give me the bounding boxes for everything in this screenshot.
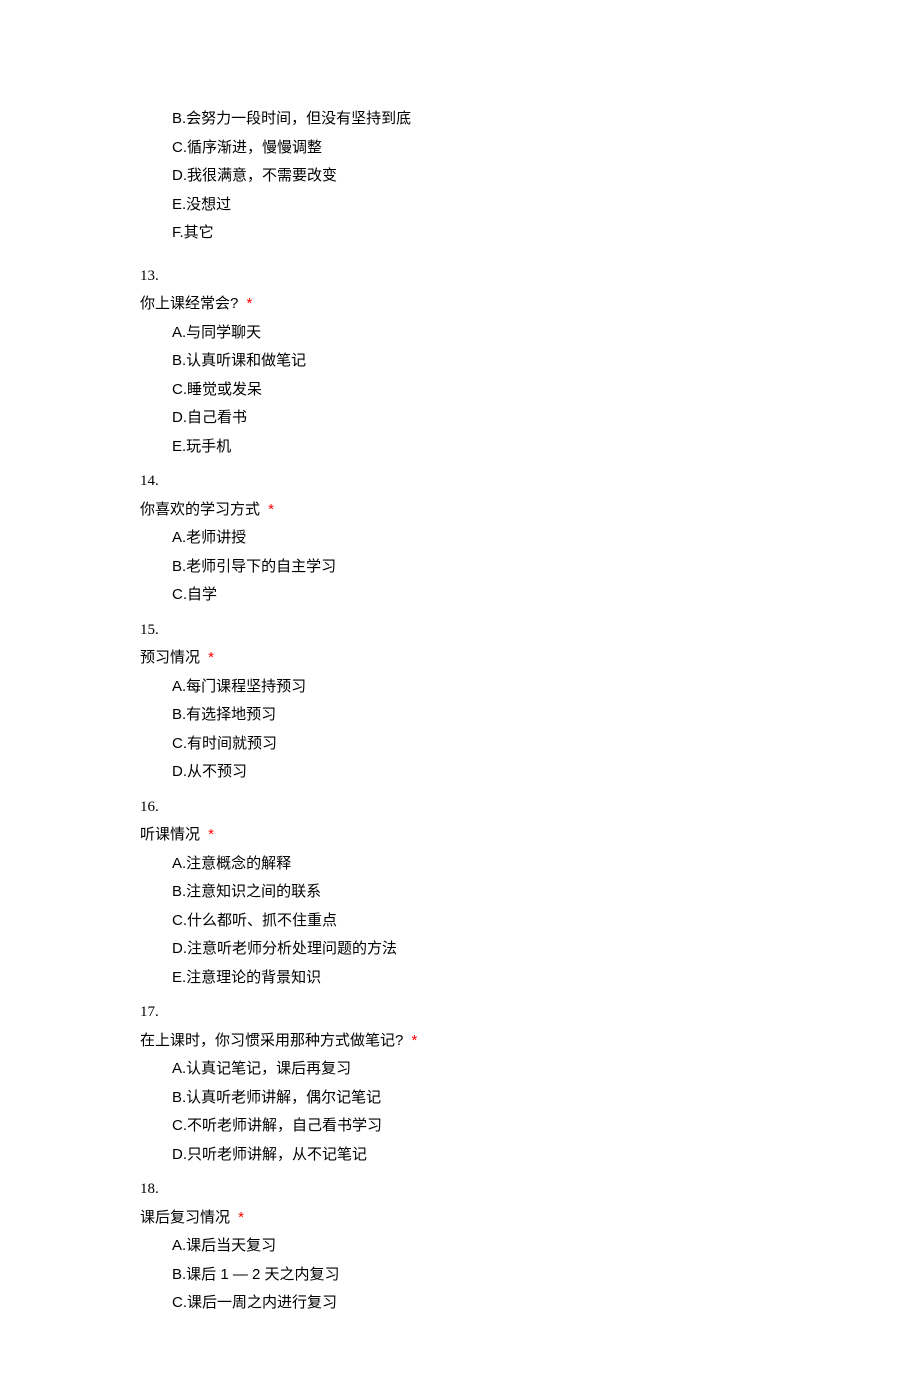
option-item: A.与同学聊天	[172, 319, 920, 348]
question-text: 你上课经常会?	[140, 295, 243, 312]
question-number: 17.	[140, 998, 920, 1027]
option-item: D.注意听老师分析处理问题的方法	[172, 935, 920, 964]
question-text: 听课情况	[140, 826, 204, 843]
option-item: C.不听老师讲解，自己看书学习	[172, 1112, 920, 1141]
required-mark: *	[208, 826, 214, 843]
option-item: B.老师引导下的自主学习	[172, 553, 920, 582]
options-block: A.每门课程坚持预习 B.有选择地预习 C.有时间就预习 D.从不预习	[140, 673, 920, 787]
options-block: A.认真记笔记，课后再复习 B.认真听老师讲解，偶尔记笔记 C.不听老师讲解，自…	[140, 1055, 920, 1169]
question-title: 在上课时，你习惯采用那种方式做笔记? *	[140, 1027, 920, 1056]
option-item: C.有时间就预习	[172, 730, 920, 759]
question-number: 14.	[140, 467, 920, 496]
question-number: 15.	[140, 616, 920, 645]
question-title: 预习情况 *	[140, 644, 920, 673]
question-text: 预习情况	[140, 649, 204, 666]
options-block: A.老师讲授 B.老师引导下的自主学习 C.自学	[140, 524, 920, 610]
option-item: A.每门课程坚持预习	[172, 673, 920, 702]
question-number: 13.	[140, 262, 920, 291]
question-title: 你喜欢的学习方式 *	[140, 496, 920, 525]
question-number: 18.	[140, 1175, 920, 1204]
option-item: B.注意知识之间的联系	[172, 878, 920, 907]
required-mark: *	[247, 295, 253, 312]
option-item: E.注意理论的背景知识	[172, 964, 920, 993]
option-item: C.自学	[172, 581, 920, 610]
option-item: C.循序渐进，慢慢调整	[172, 134, 920, 163]
required-mark: *	[412, 1032, 418, 1049]
question-text: 你喜欢的学习方式	[140, 501, 264, 518]
option-item: E.没想过	[172, 191, 920, 220]
document-page: B.会努力一段时间，但没有坚持到底 C.循序渐进，慢慢调整 D.我很满意，不需要…	[0, 0, 920, 1378]
option-item: F.其它	[172, 219, 920, 248]
option-item: B.有选择地预习	[172, 701, 920, 730]
options-block: A.课后当天复习 B.课后 1 — 2 天之内复习 C.课后一周之内进行复习	[140, 1232, 920, 1318]
option-item: A.老师讲授	[172, 524, 920, 553]
option-item: B.认真听老师讲解，偶尔记笔记	[172, 1084, 920, 1113]
option-item: D.我很满意，不需要改变	[172, 162, 920, 191]
option-item: D.从不预习	[172, 758, 920, 787]
question-title: 你上课经常会? *	[140, 290, 920, 319]
option-item: A.认真记笔记，课后再复习	[172, 1055, 920, 1084]
option-item: D.自己看书	[172, 404, 920, 433]
question-title: 听课情况 *	[140, 821, 920, 850]
option-item: A.课后当天复习	[172, 1232, 920, 1261]
option-item: C.课后一周之内进行复习	[172, 1289, 920, 1318]
required-mark: *	[268, 501, 274, 518]
option-item: C.睡觉或发呆	[172, 376, 920, 405]
option-item: B.课后 1 — 2 天之内复习	[172, 1261, 920, 1290]
option-item: B.认真听课和做笔记	[172, 347, 920, 376]
question-text: 在上课时，你习惯采用那种方式做笔记?	[140, 1032, 408, 1049]
question-text: 课后复习情况	[140, 1209, 234, 1226]
top-options-block: B.会努力一段时间，但没有坚持到底 C.循序渐进，慢慢调整 D.我很满意，不需要…	[140, 105, 920, 248]
options-block: A.注意概念的解释 B.注意知识之间的联系 C.什么都听、抓不住重点 D.注意听…	[140, 850, 920, 993]
required-mark: *	[208, 649, 214, 666]
question-title: 课后复习情况 *	[140, 1204, 920, 1233]
option-item: A.注意概念的解释	[172, 850, 920, 879]
option-item: C.什么都听、抓不住重点	[172, 907, 920, 936]
option-item: D.只听老师讲解，从不记笔记	[172, 1141, 920, 1170]
option-item: B.会努力一段时间，但没有坚持到底	[172, 105, 920, 134]
required-mark: *	[238, 1209, 244, 1226]
question-number: 16.	[140, 793, 920, 822]
options-block: A.与同学聊天 B.认真听课和做笔记 C.睡觉或发呆 D.自己看书 E.玩手机	[140, 319, 920, 462]
option-item: E.玩手机	[172, 433, 920, 462]
